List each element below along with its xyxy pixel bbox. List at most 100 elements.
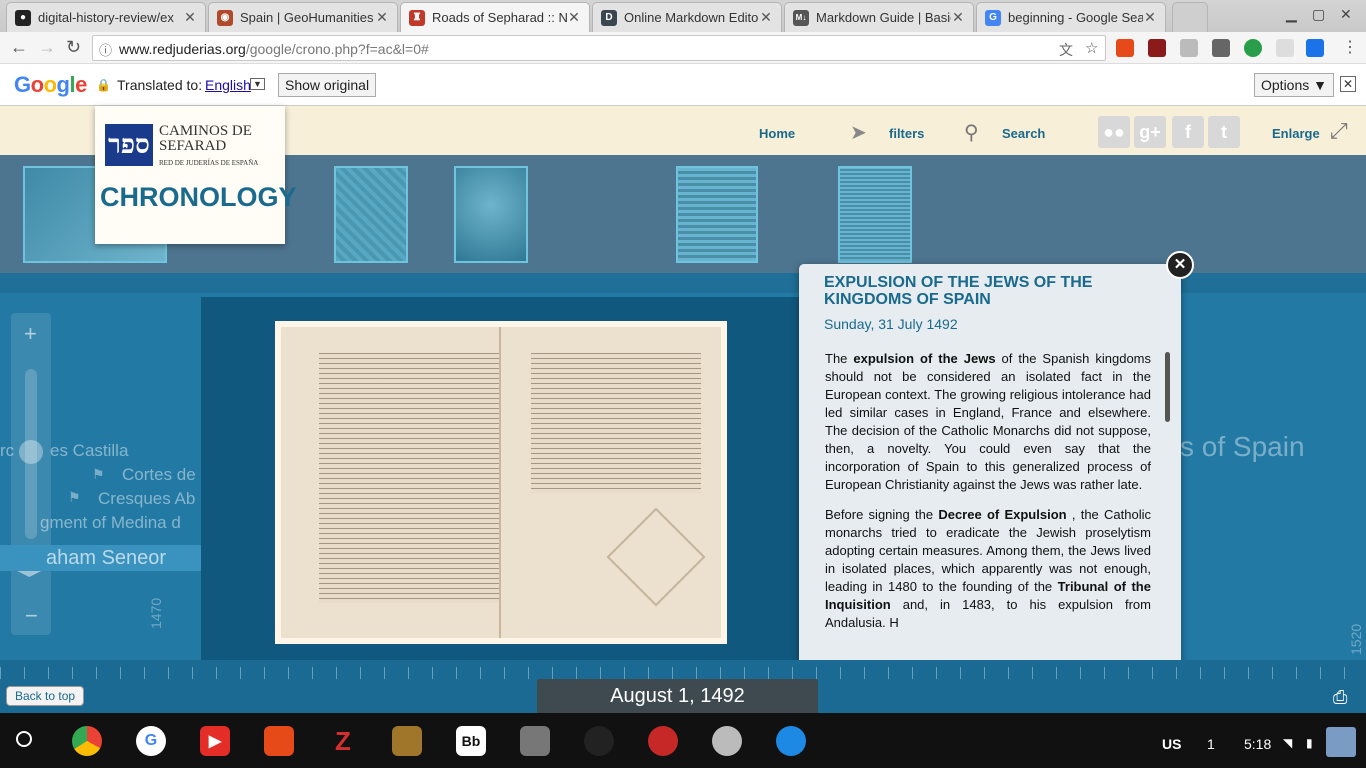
blackboard-app-icon[interactable]: Bb	[456, 726, 486, 756]
translated-label: Translated to:	[117, 77, 203, 93]
launcher-icon[interactable]	[16, 731, 32, 747]
search-icon: ⚲	[964, 122, 979, 144]
manuscript-thumbnail[interactable]	[676, 166, 758, 263]
geohumanities-icon: ◉	[217, 9, 233, 26]
tab-markdown-editor[interactable]: D Online Markdown Editor ✕	[592, 2, 782, 32]
reload-icon[interactable]: ↻	[66, 37, 81, 58]
markdown-icon: M↓	[793, 9, 809, 26]
close-tab-icon[interactable]: ✕	[759, 9, 773, 26]
filters-icon: ➤	[850, 122, 867, 144]
locale-indicator[interactable]: US	[1162, 736, 1181, 752]
manuscript-left-text	[319, 353, 499, 603]
close-window-icon[interactable]: ✕	[1340, 6, 1352, 23]
google-icon: G	[985, 9, 1001, 26]
chrome-extension-icon[interactable]	[1244, 39, 1262, 57]
youtube-app-icon[interactable]: ▶	[200, 726, 230, 756]
timeline-event-label[interactable]: gment of Medina d	[40, 513, 181, 533]
zoom-control: + ◀▶ −	[11, 313, 51, 635]
notification-count[interactable]: 1	[1207, 736, 1215, 752]
new-tab-button[interactable]	[1172, 2, 1208, 32]
popup-title: EXPULSION OF THE JEWS OF THE KINGDOMS OF…	[824, 274, 1093, 308]
info-icon[interactable]: ⓘ	[99, 40, 112, 59]
tab-geohumanities[interactable]: ◉ Spain | GeoHumanities ✕	[208, 2, 398, 32]
bookmark-star-icon[interactable]: ☆	[1085, 39, 1098, 57]
flickr-icon[interactable]: ●●	[1098, 116, 1130, 148]
wifi-icon[interactable]: ◥	[1283, 736, 1292, 750]
files-app-icon[interactable]	[776, 726, 806, 756]
popup-paragraph: The expulsion of the Jews of the Spanish…	[825, 351, 1151, 492]
timeline-event-highlight[interactable]: aham Seneor	[0, 545, 210, 571]
google-plus-icon[interactable]: g+	[1134, 116, 1166, 148]
owl-app-icon[interactable]	[648, 726, 678, 756]
close-tab-icon[interactable]: ✕	[183, 9, 197, 26]
forward-icon[interactable]: →	[38, 37, 56, 58]
timeline-event-label[interactable]: s of Spain	[1180, 431, 1305, 463]
extension-icon[interactable]	[1276, 39, 1294, 57]
tab-sepharad[interactable]: ♜ Roads of Sepharad :: Ne ✕	[400, 2, 590, 32]
tab-github[interactable]: ● digital-history-review/ex ✕	[6, 2, 206, 32]
w-extension-icon[interactable]	[1212, 39, 1230, 57]
close-tab-icon[interactable]: ✕	[375, 9, 389, 26]
fs-app-icon[interactable]	[392, 726, 422, 756]
zoom-in-button[interactable]: +	[24, 321, 37, 347]
facebook-icon[interactable]: f	[1172, 116, 1204, 148]
chrome-app-icon[interactable]	[72, 726, 102, 756]
print-icon[interactable]: ⎙	[1333, 687, 1347, 708]
office-icon[interactable]	[1116, 39, 1134, 57]
tab-google-search[interactable]: G beginning - Google Sear ✕	[976, 2, 1166, 32]
coat-of-arms-thumbnail[interactable]	[334, 166, 408, 263]
document-thumbnail[interactable]	[838, 166, 912, 263]
github-app-icon[interactable]	[584, 726, 614, 756]
back-to-top-button[interactable]: Back to top	[6, 686, 85, 706]
show-original-button[interactable]: Show original	[278, 73, 377, 97]
timeline-event-label[interactable]: Cortes de	[122, 465, 196, 485]
options-button[interactable]: Options ▼	[1254, 73, 1334, 97]
address-bar[interactable]: ⓘ www.redjuderias.org/google/crono.php?f…	[92, 35, 1106, 61]
popup-date: Sunday, 31 July 1492	[824, 316, 958, 332]
tab-title: Markdown Guide | Basic	[816, 10, 951, 25]
files-cube-app-icon[interactable]	[520, 726, 550, 756]
close-tab-icon[interactable]: ✕	[1143, 9, 1157, 26]
close-translate-icon[interactable]: ✕	[1340, 76, 1356, 92]
manuscript-fold	[499, 327, 501, 638]
clock[interactable]: 5:18	[1244, 736, 1271, 752]
maximize-icon[interactable]: ▢	[1312, 6, 1325, 23]
timeline-event-label: aham Seneor	[46, 547, 167, 569]
close-tab-icon[interactable]: ✕	[567, 9, 581, 26]
language-select[interactable]: English	[205, 77, 251, 93]
battery-icon[interactable]: ▮	[1306, 736, 1313, 750]
menu-icon[interactable]: ⋮	[1342, 37, 1358, 57]
timeline-event-label[interactable]: es Castilla	[50, 441, 128, 461]
enlarge-icon[interactable]: ⤢	[1330, 118, 1348, 144]
acrobat-icon[interactable]	[1148, 39, 1166, 57]
zotero-app-icon[interactable]: Z	[328, 726, 358, 756]
google-translate-icon[interactable]	[1306, 39, 1324, 57]
back-icon[interactable]: ←	[10, 37, 28, 58]
office-app-icon[interactable]	[264, 726, 294, 756]
badge-app-icon[interactable]	[712, 726, 742, 756]
translate-icon[interactable]: 文	[1059, 40, 1073, 60]
minimize-icon[interactable]: ▁	[1286, 6, 1297, 23]
close-tab-icon[interactable]: ✕	[951, 9, 965, 26]
nav-search[interactable]: Search	[1002, 126, 1045, 141]
tab-markdown-guide[interactable]: M↓ Markdown Guide | Basic ✕	[784, 2, 974, 32]
timeline-event-label[interactable]: Cresques Ab	[98, 489, 195, 509]
nav-enlarge[interactable]: Enlarge	[1272, 126, 1320, 141]
monk-portrait-thumbnail[interactable]	[454, 166, 528, 263]
twitter-icon[interactable]: t	[1208, 116, 1240, 148]
logo-card[interactable]: ספר CAMINOS DE SEFARAD RED DE JUDERÍAS D…	[95, 106, 297, 244]
google-app-icon[interactable]: G	[136, 726, 166, 756]
pen-icon[interactable]	[1180, 39, 1198, 57]
popup-scrollbar[interactable]	[1165, 352, 1170, 422]
flag-icon: ⚑	[92, 466, 105, 482]
timeline-event-label[interactable]: rc	[0, 441, 14, 461]
nav-filters[interactable]: filters	[889, 126, 924, 141]
avatar[interactable]	[1326, 727, 1356, 757]
zoom-slider-handle[interactable]	[19, 440, 43, 464]
zoom-out-button[interactable]: −	[25, 603, 38, 629]
manuscript-image[interactable]	[275, 321, 727, 644]
nav-home[interactable]: Home	[759, 126, 795, 141]
current-date-marker: August 1, 1492	[537, 679, 818, 713]
language-dropdown-icon[interactable]: ▼	[250, 78, 265, 90]
close-popup-icon[interactable]: ✕	[1166, 251, 1194, 279]
